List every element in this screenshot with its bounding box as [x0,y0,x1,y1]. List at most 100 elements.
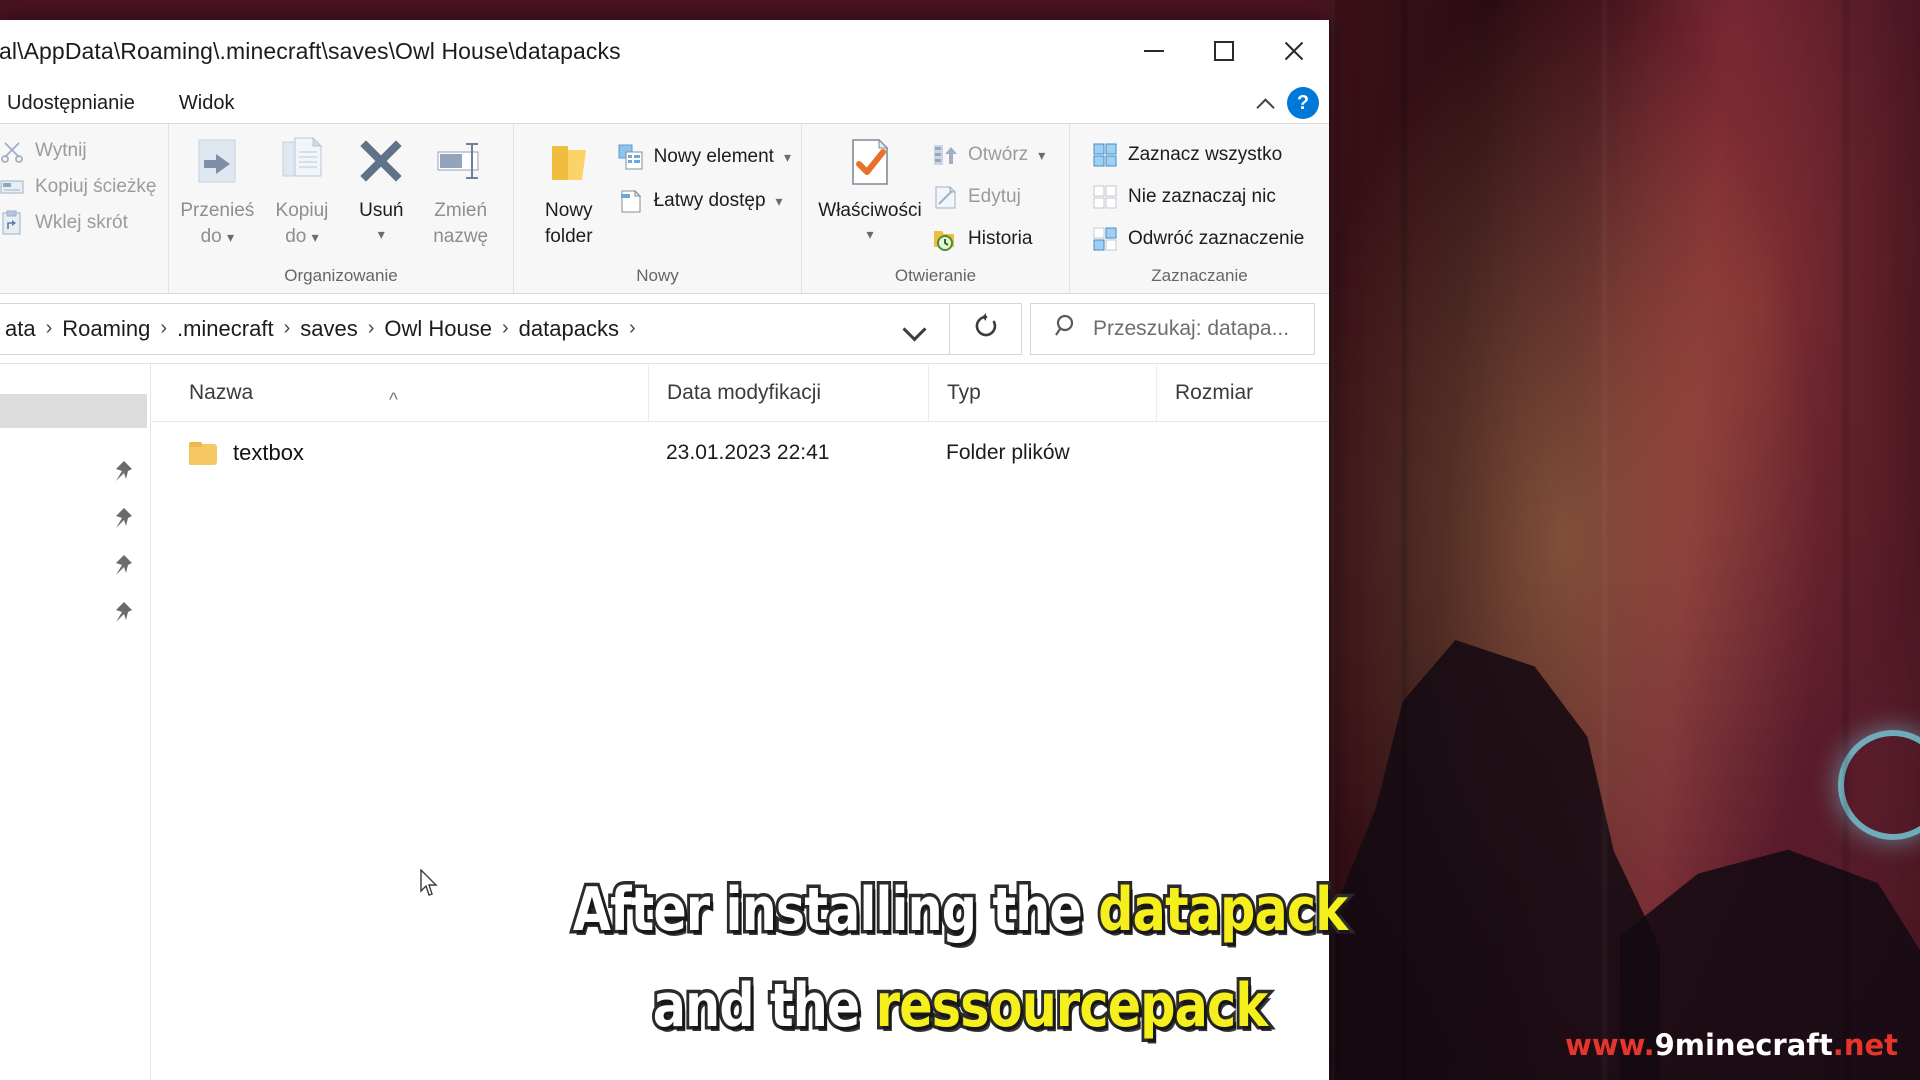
copy-path-label: Kopiuj ścieżkę [35,176,157,197]
easy-access-label: Łatwy dostęp [653,190,766,211]
column-header-type[interactable]: Typ [928,363,1156,422]
watermark-www: www. [1565,1028,1655,1062]
maximize-button[interactable] [1189,20,1259,82]
nav-selected-item[interactable] [0,394,147,428]
invert-selection-label: Odwróć zaznaczenie [1128,228,1305,249]
copy-to-caret-icon[interactable]: ▾ [312,229,319,245]
ribbon-group-label-clipboard [0,263,168,293]
select-none-command[interactable]: Nie zaznaczaj nic [1092,184,1304,210]
cut-label: Wytnij [35,140,87,161]
breadcrumb-item-0[interactable]: ata [0,316,42,342]
title-bar: al\AppData\Roaming\.minecraft\saves\Owl … [0,20,1329,82]
move-to-button[interactable]: Przenieś do ▾ [175,132,260,248]
properties-label: Właściwości [818,200,922,221]
breadcrumb-separator-4: › [502,317,509,339]
easy-access-command[interactable]: Łatwy dostęp ▾ [618,188,791,214]
new-item-command[interactable]: Nowy element ▾ [618,144,791,170]
copy-to-button[interactable]: Kopiuj do ▾ [260,132,345,248]
ribbon-group-label-organize: Organizowanie [284,266,398,285]
ribbon-tab-strip: Udostępnianie Widok ? [0,82,1329,124]
breadcrumb-item-3[interactable]: saves [294,316,363,342]
copy-to-icon [271,134,333,196]
new-item-caret-icon[interactable]: ▾ [784,149,791,166]
copy-path-icon [0,174,25,200]
edit-icon [932,184,958,210]
new-folder-label-line1: Nowy [545,200,593,221]
watermark-name: 9minecraft [1654,1028,1833,1062]
column-header-name[interactable]: Nazwa ^ [151,364,648,422]
tab-udostepnianie[interactable]: Udostępnianie [0,82,157,124]
background-silhouette-left [1330,640,1660,1080]
close-button[interactable] [1259,20,1329,82]
new-item-label: Nowy element [653,146,774,167]
rename-button[interactable]: Zmień nazwę [418,132,503,248]
ribbon-group-label-open: Otwieranie [894,266,977,285]
invert-selection-icon [1092,226,1118,252]
history-command[interactable]: Historia [932,226,1045,252]
open-small-commands: Otwórz ▾ Edytuj Historia [932,132,1045,252]
ribbon-tab-actions: ? [1257,82,1319,124]
select-all-label: Zaznacz wszystko [1128,144,1283,165]
column-header-date[interactable]: Data modyfikacji [648,363,928,422]
copy-path-command[interactable]: Kopiuj ścieżkę [0,174,156,200]
cut-command[interactable]: Wytnij [0,138,156,164]
breadcrumb-item-1[interactable]: Roaming [56,316,156,342]
select-all-icon [1092,142,1118,168]
collapse-ribbon-icon[interactable] [1257,95,1273,111]
window-controls [1119,20,1329,82]
pin-icon-2 [110,506,136,532]
new-folder-button[interactable]: Nowy folder [528,132,610,248]
watermark-tld: .net [1832,1028,1898,1062]
minimize-icon [1144,50,1164,52]
file-modified-cell: 23.01.2023 22:41 [666,441,830,464]
paste-shortcut-command[interactable]: Wklej skrót [0,210,156,236]
tab-widok[interactable]: Widok [157,82,257,124]
easy-access-icon [618,188,644,214]
ribbon-group-new: Nowy folder Nowy element ▾ Łatwy dostęp … [514,124,802,293]
move-to-caret-icon[interactable]: ▾ [227,229,234,245]
search-box[interactable]: Przeszukaj: datapa... [1030,302,1315,355]
copy-to-label-text: do [285,226,307,247]
refresh-button[interactable] [950,302,1022,355]
ribbon-group-clipboard: Wytnij Kopiuj ścieżkę Wklej skrót [0,124,169,293]
minimize-button[interactable] [1119,20,1189,82]
close-icon [1282,39,1306,63]
column-header-row: Nazwa ^ Data modyfikacji Typ Rozmiar [151,363,1329,422]
rename-label-line2: nazwę [433,226,489,247]
properties-button[interactable]: Właściwości ▾ [814,132,926,243]
scissors-icon [0,138,25,164]
select-small-commands: Zaznacz wszystko Nie zaznaczaj nic Odwró… [1092,132,1304,252]
breadcrumb-separator-2: › [283,317,291,339]
pin-icon-3 [110,553,136,579]
folder-icon [189,441,217,465]
delete-button[interactable]: Usuń ▾ [344,132,418,243]
select-all-command[interactable]: Zaznacz wszystko [1092,142,1304,168]
easy-access-caret-icon[interactable]: ▾ [776,193,783,210]
edit-label: Edytuj [968,186,1021,207]
breadcrumb-dropdown-button[interactable] [879,304,949,354]
breadcrumb-item-4[interactable]: Owl House [378,316,498,342]
table-row[interactable]: textbox 23.01.2023 22:41 Folder plików [151,422,1329,484]
column-header-size[interactable]: Rozmiar [1156,363,1316,422]
breadcrumb-item-5[interactable]: datapacks [513,316,625,342]
search-input[interactable]: Przeszukaj: datapa... [1093,317,1289,341]
ribbon-group-label-select: Zaznaczanie [1151,266,1248,285]
navigation-pane[interactable] [0,364,151,1080]
ribbon: Wytnij Kopiuj ścieżkę Wklej skrót Przeni… [0,124,1329,294]
breadcrumb[interactable]: ata › Roaming › .minecraft › saves › Owl… [0,302,950,355]
breadcrumb-item-2[interactable]: .minecraft [171,316,280,342]
properties-caret-icon[interactable]: ▾ [866,226,873,243]
breadcrumb-separator-5: › [628,317,636,339]
help-button[interactable]: ? [1287,87,1319,119]
delete-caret-icon[interactable]: ▾ [378,226,385,243]
delete-x-icon [350,134,412,196]
edit-command[interactable]: Edytuj [932,184,1045,210]
open-label: Otwórz [968,144,1029,165]
file-explorer-window: al\AppData\Roaming\.minecraft\saves\Owl … [0,20,1329,1080]
open-caret-icon[interactable]: ▾ [1038,147,1045,164]
site-watermark: www.9minecraft.net [1565,1028,1898,1062]
invert-selection-command[interactable]: Odwróć zaznaczenie [1092,226,1304,252]
new-folder-icon [538,134,600,196]
open-command[interactable]: Otwórz ▾ [932,142,1045,168]
file-name-cell[interactable]: textbox [151,440,648,466]
